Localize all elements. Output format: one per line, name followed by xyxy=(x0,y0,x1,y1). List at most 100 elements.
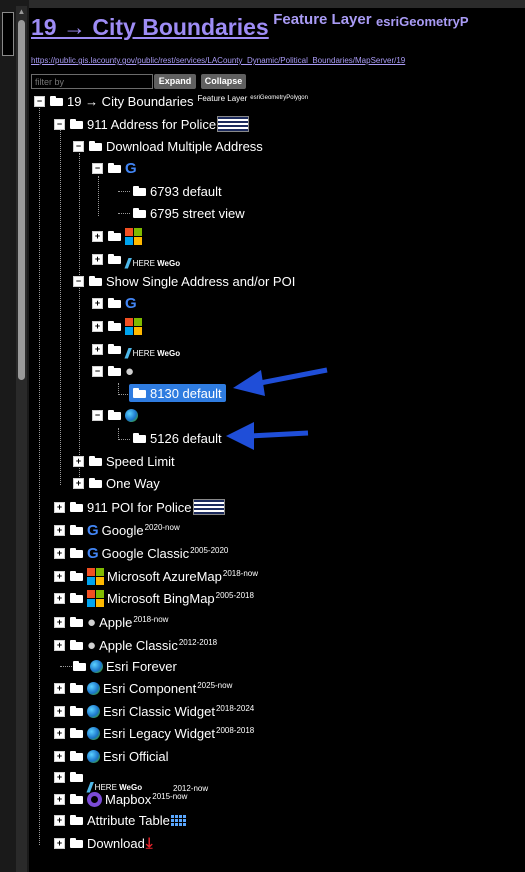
expand-toggle-icon[interactable]: + xyxy=(54,616,65,628)
folder-icon xyxy=(108,321,121,331)
tree-sup: 2025-now xyxy=(197,680,233,690)
tree-row-download[interactable]: + Download ⤓ xyxy=(54,832,152,854)
expand-toggle-icon[interactable]: + xyxy=(54,547,65,559)
collapse-toggle-icon[interactable]: − xyxy=(92,409,103,421)
tree-label: One Way xyxy=(106,475,160,491)
tree-row-8130[interactable]: 8130 default xyxy=(129,382,226,404)
tree-row-ms-bing[interactable]: + Microsoft BingMap 2005-2018 xyxy=(54,587,254,609)
tree-row-6795[interactable]: 6795 street view xyxy=(133,202,245,224)
tree-label: Google Classic xyxy=(101,545,190,561)
folder-icon xyxy=(70,751,83,761)
tree-row-6793[interactable]: 6793 default xyxy=(133,180,222,202)
expand-toggle-icon[interactable]: + xyxy=(54,837,65,849)
tree-row-show-single[interactable]: − Show Single Address and/or POI xyxy=(73,270,295,292)
tree-row-ss-esri[interactable]: − xyxy=(92,404,141,426)
expand-toggle-icon[interactable]: + xyxy=(54,570,65,582)
folder-icon xyxy=(108,344,121,354)
collapse-toggle-icon[interactable]: − xyxy=(92,162,103,174)
collapse-toggle-icon[interactable]: − xyxy=(34,95,45,107)
folder-icon xyxy=(108,366,121,376)
collapse-toggle-icon[interactable]: − xyxy=(73,140,84,152)
expand-toggle-icon[interactable]: + xyxy=(54,705,65,717)
tree-row-5126[interactable]: 5126 default xyxy=(133,427,222,449)
globe-icon xyxy=(87,749,100,763)
expand-toggle-icon[interactable]: + xyxy=(73,455,84,467)
globe-icon xyxy=(90,659,103,673)
mapbox-icon xyxy=(87,791,102,807)
tree-guide xyxy=(98,176,99,216)
google-icon: G xyxy=(125,159,137,177)
tree-row-dm-google[interactable]: − G xyxy=(92,157,140,179)
tree-row-esri-forever[interactable]: Esri Forever xyxy=(73,655,177,677)
expand-button[interactable]: Expand xyxy=(154,74,196,89)
tree-label: Show Single Address and/or POI xyxy=(106,273,296,289)
tree-row-911-poi[interactable]: + 911 POI for Police xyxy=(54,496,225,518)
flag-icon xyxy=(217,116,250,132)
tree-row-google[interactable]: + G Google 2020-now xyxy=(54,519,180,541)
tree-sup: Feature Layer xyxy=(197,93,248,103)
google-icon: G xyxy=(87,544,99,562)
tree-row-esri-official[interactable]: + Esri Official xyxy=(54,745,169,767)
microsoft-icon xyxy=(125,317,142,335)
expand-toggle-icon[interactable]: + xyxy=(54,727,65,739)
tree-row-root[interactable]: − 19 → City Boundaries Feature Layer esr… xyxy=(34,90,308,112)
expand-toggle-icon[interactable]: + xyxy=(54,524,65,536)
tree-sup: 2005-2018 xyxy=(215,590,254,600)
tree-row-ss-microsoft[interactable]: + xyxy=(92,315,145,337)
expand-toggle-icon[interactable]: + xyxy=(54,771,65,783)
tree-row-ss-apple[interactable]: − ● xyxy=(92,360,137,382)
tree-row-speed-limit[interactable]: + Speed Limit xyxy=(73,450,175,472)
tree-row-attribute-table[interactable]: + Attribute Table xyxy=(54,809,186,831)
filter-input[interactable] xyxy=(31,74,153,89)
annotation-arrow-icon xyxy=(226,422,309,450)
layer-title-link[interactable]: 19 → City Boundaries xyxy=(31,14,269,40)
folder-icon xyxy=(133,208,146,218)
tree-row-ss-here[interactable]: + ///HERE WeGo xyxy=(92,338,183,361)
expand-toggle-icon[interactable]: + xyxy=(92,320,103,332)
tree-row-apple[interactable]: + ● Apple 2018-now xyxy=(54,611,168,633)
tree-row-mapbox[interactable]: + Mapbox 2015-now xyxy=(54,788,187,810)
service-url-link[interactable]: https://public.gis.lacounty.gov/public/r… xyxy=(31,56,405,65)
expand-toggle-icon[interactable]: + xyxy=(54,592,65,604)
here-sup: 2012-now xyxy=(173,784,209,793)
tree-row-ss-google[interactable]: + G xyxy=(92,292,140,314)
tree-row-apple-classic[interactable]: + ● Apple Classic 2012-2018 xyxy=(54,634,217,656)
expand-toggle-icon[interactable]: + xyxy=(54,793,65,805)
tree-row-one-way[interactable]: + One Way xyxy=(73,472,160,494)
tree-row-here[interactable]: + ///HERE WeGo xyxy=(54,766,145,795)
scroll-thumb[interactable] xyxy=(18,20,25,380)
tree-row-esri-component[interactable]: + Esri Component 2025-now xyxy=(54,677,232,699)
tree-row-esri-classic-widget[interactable]: + Esri Classic Widget 2018-2024 xyxy=(54,700,254,722)
scroll-up-icon[interactable]: ▲ xyxy=(16,6,27,18)
expand-toggle-icon[interactable]: + xyxy=(54,682,65,694)
scrollbar[interactable]: ▲ xyxy=(16,6,27,872)
tree-label: 911 POI for Police xyxy=(87,499,192,515)
tree-row-esri-legacy-widget[interactable]: + Esri Legacy Widget 2008-2018 xyxy=(54,722,254,744)
tree-sup: 2018-now xyxy=(222,568,259,578)
tree-row-ms-azure[interactable]: + Microsoft AzureMap 2018-now xyxy=(54,565,258,587)
collapse-toggle-icon[interactable]: − xyxy=(54,118,65,130)
tree-label: 5126 default xyxy=(150,430,222,446)
tree-row-dm-here[interactable]: + ///HERE WeGo xyxy=(92,248,183,271)
expand-toggle-icon[interactable]: + xyxy=(92,253,103,265)
tree-row-download-multiple[interactable]: − Download Multiple Address xyxy=(73,135,263,157)
expand-toggle-icon[interactable]: + xyxy=(54,501,65,513)
tree-row-dm-microsoft[interactable]: + xyxy=(92,225,145,247)
expand-toggle-icon[interactable]: + xyxy=(54,814,65,826)
expand-toggle-icon[interactable]: + xyxy=(92,343,103,355)
tree-row-911-address[interactable]: − 911 Address for Police xyxy=(54,113,250,135)
expand-toggle-icon[interactable]: + xyxy=(92,297,103,309)
expand-toggle-icon[interactable]: + xyxy=(92,230,103,242)
selected-node[interactable]: 8130 default xyxy=(129,384,226,402)
tree-label: Download xyxy=(87,835,145,851)
tree-row-google-classic[interactable]: + G Google Classic 2005-2020 xyxy=(54,542,228,564)
expand-toggle-icon[interactable]: + xyxy=(54,750,65,762)
collapse-toggle-icon[interactable]: − xyxy=(73,275,84,287)
collapse-button[interactable]: Collapse xyxy=(201,74,246,89)
expand-toggle-icon[interactable]: + xyxy=(54,639,65,651)
geometry-type-label: esriGeometryP xyxy=(376,14,469,29)
collapse-toggle-icon[interactable]: − xyxy=(92,365,103,377)
top-strip xyxy=(29,0,525,8)
tree-label: Esri Forever xyxy=(106,658,177,674)
expand-toggle-icon[interactable]: + xyxy=(73,477,84,489)
